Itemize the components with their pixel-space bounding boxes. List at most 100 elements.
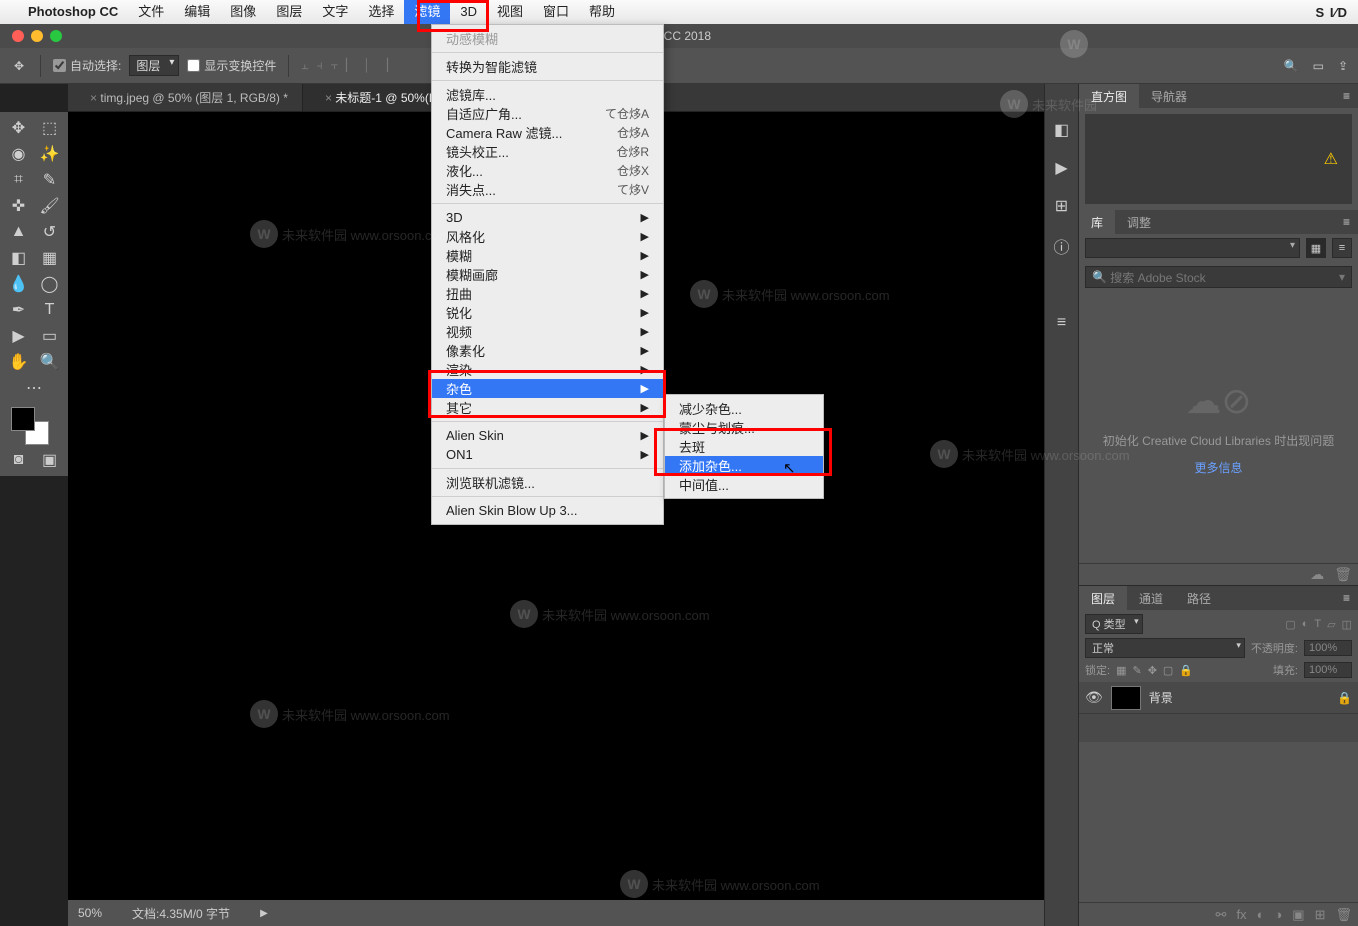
tab-adjustments[interactable]: 调整 <box>1115 210 1163 234</box>
menu-window[interactable]: 窗口 <box>533 0 579 24</box>
menu-3d[interactable]: 3D <box>450 0 487 24</box>
menu-render[interactable]: 渲染▶ <box>432 360 663 379</box>
filter-adjust-icon[interactable]: ◐ <box>1302 618 1309 631</box>
menu-dust-scratches[interactable]: 蒙尘与划痕... <box>665 418 823 437</box>
tab-library[interactable]: 库 <box>1079 210 1115 234</box>
zoom-level[interactable]: 50% <box>78 906 102 920</box>
menu-despeckle[interactable]: 去斑 <box>665 437 823 456</box>
doc-size[interactable]: 文档:4.35M/0 字节 <box>132 905 230 922</box>
show-transform-checkbox[interactable]: 显示变换控件 <box>187 57 276 74</box>
dock-icon[interactable]: ⓘ <box>1053 234 1069 258</box>
menu-on1[interactable]: ON1▶ <box>432 445 663 464</box>
magic-wand-tool[interactable]: ✨ <box>34 141 65 167</box>
search-icon[interactable]: 🔍 <box>1284 59 1299 73</box>
panel-menu-icon[interactable]: ≡ <box>1335 210 1358 234</box>
crop-tool[interactable]: ⌗ <box>3 167 34 193</box>
menu-median[interactable]: 中间值... <box>665 475 823 494</box>
brush-tool[interactable]: 🖌 <box>34 193 65 219</box>
menu-other[interactable]: 其它▶ <box>432 398 663 417</box>
dock-icon[interactable]: ⊞ <box>1055 196 1068 216</box>
eraser-tool[interactable]: ◧ <box>3 245 34 271</box>
hand-tool[interactable]: ✋ <box>3 349 34 375</box>
lock-artboard-icon[interactable]: ▢ <box>1163 664 1173 677</box>
library-select[interactable] <box>1085 238 1300 258</box>
trash-icon[interactable]: 🗑 <box>1334 566 1352 583</box>
filter-shape-icon[interactable]: ▱ <box>1327 618 1335 631</box>
menu-sharpen[interactable]: 锐化▶ <box>432 303 663 322</box>
zoom-tool[interactable]: 🔍 <box>34 349 65 375</box>
menu-liquify[interactable]: 液化...仓㶴X <box>432 161 663 180</box>
workspace-icon[interactable]: ▭ <box>1313 59 1324 73</box>
dock-icon[interactable]: ▶ <box>1055 158 1067 178</box>
layer-row[interactable]: 👁 背景 🔒 <box>1079 682 1358 714</box>
lock-pos-icon[interactable]: ✥ <box>1148 664 1157 677</box>
menu-browse-online[interactable]: 浏览联机滤镜... <box>432 473 663 492</box>
link-layers-icon[interactable]: ⚯ <box>1216 907 1227 923</box>
menu-lens-correction[interactable]: 镜头校正...仓㶴R <box>432 142 663 161</box>
menu-file[interactable]: 文件 <box>128 0 174 24</box>
adjustment-icon[interactable]: ◑ <box>1274 907 1282 922</box>
lock-paint-icon[interactable]: ✎ <box>1132 664 1141 677</box>
align-hcenter-icon[interactable]: │ <box>363 58 371 73</box>
shape-tool[interactable]: ▭ <box>34 323 65 349</box>
grid-view-icon[interactable]: ▦ <box>1306 238 1326 258</box>
blur-tool[interactable]: 💧 <box>3 271 34 297</box>
tab-navigator[interactable]: 导航器 <box>1139 84 1199 108</box>
list-view-icon[interactable]: ≡ <box>1332 238 1352 258</box>
align-vcenter-icon[interactable]: ⫞ <box>317 58 323 73</box>
cloud-icon[interactable]: ☁ <box>1310 566 1324 583</box>
tab-histogram[interactable]: 直方图 <box>1079 84 1139 108</box>
gradient-tool[interactable]: ▦ <box>34 245 65 271</box>
menu-convert-smart[interactable]: 转换为智能滤镜 <box>432 57 663 76</box>
align-right-icon[interactable]: ▕ <box>379 58 388 73</box>
library-search[interactable]: 🔍 搜索 Adobe Stock ▾ <box>1085 266 1352 288</box>
filter-smart-icon[interactable]: ◫ <box>1342 618 1352 631</box>
tab-paths[interactable]: 路径 <box>1175 586 1223 610</box>
delete-icon[interactable]: 🗑 <box>1335 907 1352 923</box>
lock-all-icon[interactable]: 🔒 <box>1179 664 1193 677</box>
auto-select-target[interactable]: 图层 <box>129 55 179 76</box>
color-swatches[interactable] <box>3 401 65 447</box>
menu-type[interactable]: 文字 <box>312 0 358 24</box>
layer-thumbnail[interactable] <box>1111 686 1141 710</box>
path-select-tool[interactable]: ▶ <box>3 323 34 349</box>
opacity-field[interactable]: 100% <box>1304 640 1352 656</box>
fill-field[interactable]: 100% <box>1304 662 1352 678</box>
quickmask-icon[interactable]: ◙ <box>3 447 34 473</box>
close-icon[interactable]: × <box>325 91 332 105</box>
blend-mode[interactable]: 正常 <box>1085 638 1245 658</box>
healing-tool[interactable]: ✜ <box>3 193 34 219</box>
lasso-tool[interactable]: ◉ <box>3 141 34 167</box>
type-tool[interactable]: T <box>34 297 65 323</box>
auto-select-checkbox[interactable]: 自动选择: <box>53 57 121 74</box>
menu-noise[interactable]: 杂色▶ <box>432 379 663 398</box>
menu-pixelate[interactable]: 像素化▶ <box>432 341 663 360</box>
group-icon[interactable]: ▣ <box>1292 907 1304 923</box>
doc-tab-1[interactable]: × timg.jpeg @ 50% (图层 1, RGB/8) * <box>68 84 303 111</box>
fx-icon[interactable]: fx <box>1236 907 1246 922</box>
filter-image-icon[interactable]: ▢ <box>1285 618 1295 631</box>
menu-video[interactable]: 视频▶ <box>432 322 663 341</box>
menu-blur[interactable]: 模糊▶ <box>432 246 663 265</box>
edit-toolbar[interactable]: ⋯ <box>3 375 65 401</box>
menu-alien-skin[interactable]: Alien Skin▶ <box>432 426 663 445</box>
menu-stylize[interactable]: 风格化▶ <box>432 227 663 246</box>
align-top-icon[interactable]: ⫠ <box>301 58 308 73</box>
menu-filter-gallery[interactable]: 滤镜库... <box>432 85 663 104</box>
filter-kind[interactable]: Q 类型 <box>1085 614 1143 634</box>
menu-select[interactable]: 选择 <box>358 0 404 24</box>
status-flyout-icon[interactable]: ▶ <box>260 908 268 919</box>
menu-view[interactable]: 视图 <box>487 0 533 24</box>
menu-add-noise[interactable]: 添加杂色... <box>665 456 823 475</box>
dodge-tool[interactable]: ◯ <box>34 271 65 297</box>
history-brush-tool[interactable]: ↺ <box>34 219 65 245</box>
lock-pixels-icon[interactable]: ▦ <box>1116 664 1126 677</box>
more-info-link[interactable]: 更多信息 <box>1194 459 1242 476</box>
panel-menu-icon[interactable]: ≡ <box>1335 84 1358 108</box>
move-tool[interactable]: ✥ <box>3 115 34 141</box>
menu-edit[interactable]: 编辑 <box>174 0 220 24</box>
dock-icon[interactable]: ◧ <box>1054 120 1069 140</box>
menu-help[interactable]: 帮助 <box>579 0 625 24</box>
tab-channels[interactable]: 通道 <box>1127 586 1175 610</box>
menu-last-filter[interactable]: 动感模糊 <box>432 29 663 48</box>
